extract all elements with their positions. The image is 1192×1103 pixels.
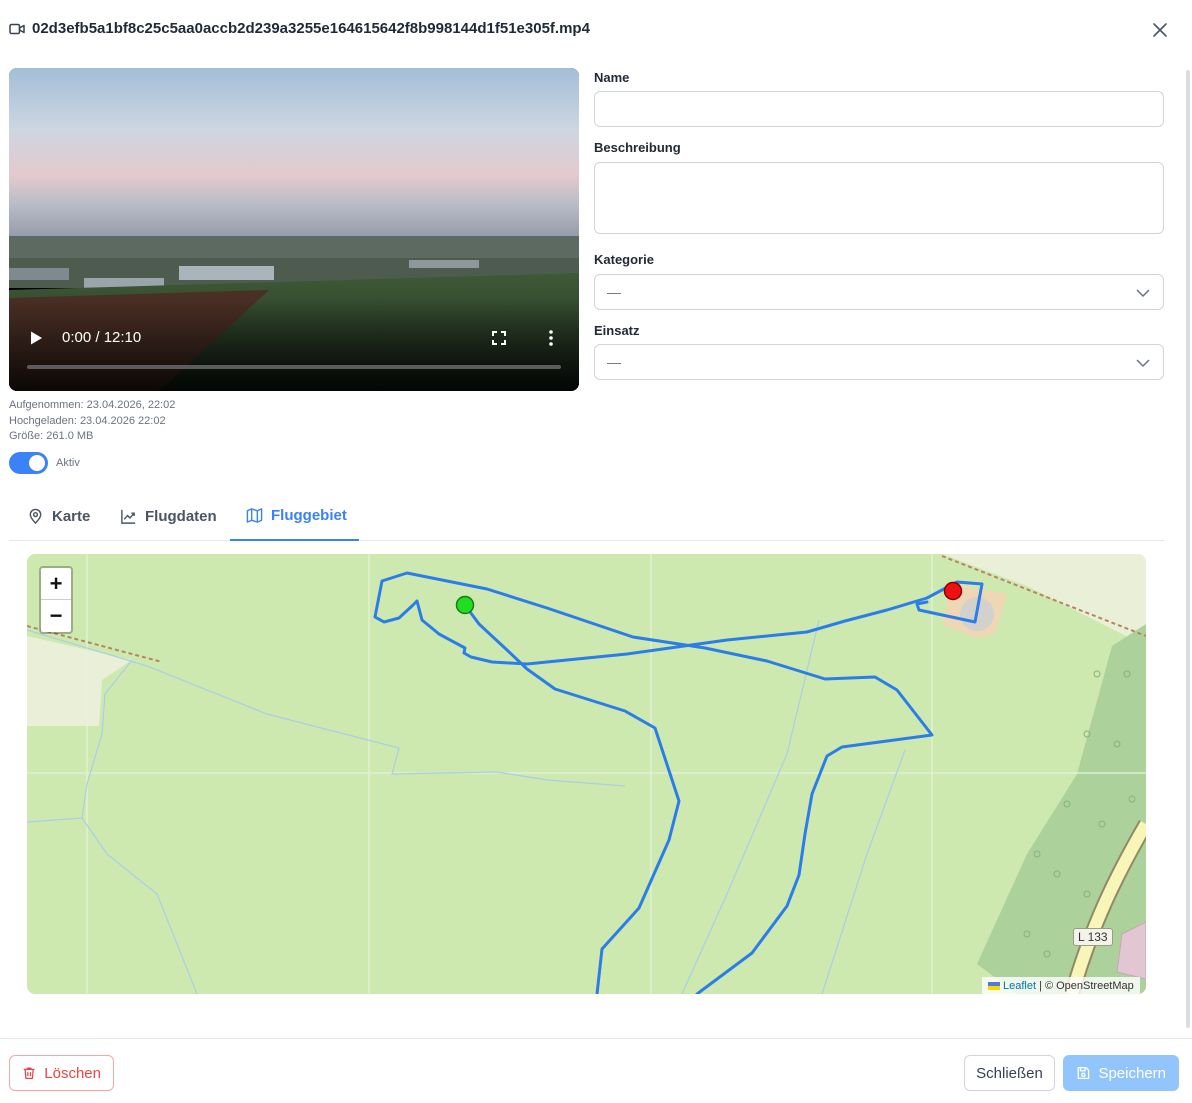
tab-karte[interactable]: Karte — [27, 492, 90, 541]
description-label: Beschreibung — [594, 140, 681, 155]
tab-fluggebiet[interactable]: Fluggebiet — [230, 492, 359, 541]
map-tiles — [27, 554, 1146, 994]
description-textarea[interactable] — [594, 162, 1164, 234]
chevron-down-icon — [1136, 359, 1150, 368]
flight-area-map[interactable]: + − L 133 Leaflet | © OpenStreetMap — [27, 554, 1146, 994]
category-label: Kategorie — [594, 252, 654, 267]
video-progress-bar[interactable] — [27, 365, 561, 369]
mission-label: Einsatz — [594, 323, 640, 338]
save-button[interactable]: Speichern — [1063, 1055, 1179, 1091]
end-marker[interactable] — [943, 581, 963, 601]
active-toggle[interactable] — [9, 452, 48, 474]
more-options-icon[interactable] — [545, 329, 557, 347]
map-forest — [977, 624, 1146, 994]
trash-icon — [23, 1067, 35, 1079]
osm-attribution: | © OpenStreetMap — [1039, 979, 1134, 992]
map-stream — [81, 817, 198, 994]
save-label: Speichern — [1098, 1064, 1166, 1082]
mission-select[interactable]: — — [594, 344, 1164, 380]
delete-label: Löschen — [44, 1064, 101, 1082]
map-pin-icon — [29, 508, 42, 525]
close-label: Schließen — [976, 1064, 1043, 1082]
zoom-in-button[interactable]: + — [41, 568, 71, 600]
name-label: Name — [594, 70, 630, 85]
uploaded-date: Hochgeladen: 23.04.2026 22:02 — [9, 414, 166, 427]
tab-label: Flugdaten — [145, 508, 217, 525]
road-label: L 133 — [1073, 928, 1113, 946]
mission-value: — — [607, 354, 621, 370]
file-size: Größe: 261.0 MB — [9, 430, 94, 442]
video-icon — [9, 23, 25, 35]
map-stream — [821, 749, 906, 994]
modal-footer: Löschen Schließen Speichern — [0, 1038, 1192, 1103]
map-stream — [681, 619, 820, 994]
scrollbar[interactable] — [1186, 70, 1190, 1028]
tab-flugdaten[interactable]: Flugdaten — [120, 492, 217, 541]
start-marker[interactable] — [455, 595, 475, 615]
name-input[interactable] — [594, 91, 1164, 127]
tab-label: Fluggebiet — [271, 507, 347, 524]
video-metadata: Aufgenommen: 23.04.2026, 22:02 Hochgelad… — [9, 398, 175, 445]
map-stream — [27, 629, 626, 787]
fullscreen-icon[interactable] — [491, 330, 507, 346]
close-button[interactable]: Schließen — [964, 1055, 1055, 1091]
flight-track — [373, 571, 984, 994]
video-player[interactable]: 0:00 / 12:10 — [9, 68, 579, 391]
chevron-down-icon — [1136, 289, 1150, 298]
active-toggle-label: Aktiv — [56, 457, 80, 469]
play-icon[interactable] — [28, 330, 44, 346]
tab-bar: Karte Flugdaten Fluggebiet — [9, 492, 1164, 541]
video-detail-modal: 02d3efb5a1bf8c25c5aa0accb2d239a3255e1646… — [0, 0, 1192, 1103]
video-time: 0:00 / 12:10 — [62, 329, 142, 346]
recorded-date: Aufgenommen: 23.04.2026, 22:02 — [9, 399, 176, 411]
category-value: — — [607, 284, 621, 300]
delete-button[interactable]: Löschen — [9, 1055, 114, 1091]
line-chart-icon — [121, 509, 136, 524]
tab-label: Karte — [52, 508, 91, 525]
zoom-control: + − — [39, 566, 73, 634]
leaflet-link[interactable]: Leaflet — [1003, 980, 1036, 992]
modal-title: 02d3efb5a1bf8c25c5aa0accb2d239a3255e1646… — [32, 20, 590, 37]
close-icon[interactable] — [1150, 20, 1170, 40]
map-icon — [246, 508, 263, 523]
save-icon — [1077, 1066, 1090, 1080]
modal-header: 02d3efb5a1bf8c25c5aa0accb2d239a3255e1646… — [0, 0, 1192, 60]
zoom-out-button[interactable]: − — [41, 600, 71, 632]
toggle-knob — [29, 455, 45, 471]
category-select[interactable]: — — [594, 274, 1164, 310]
ukraine-flag-icon — [988, 981, 1000, 990]
map-attribution: Leaflet | © OpenStreetMap — [982, 977, 1140, 994]
